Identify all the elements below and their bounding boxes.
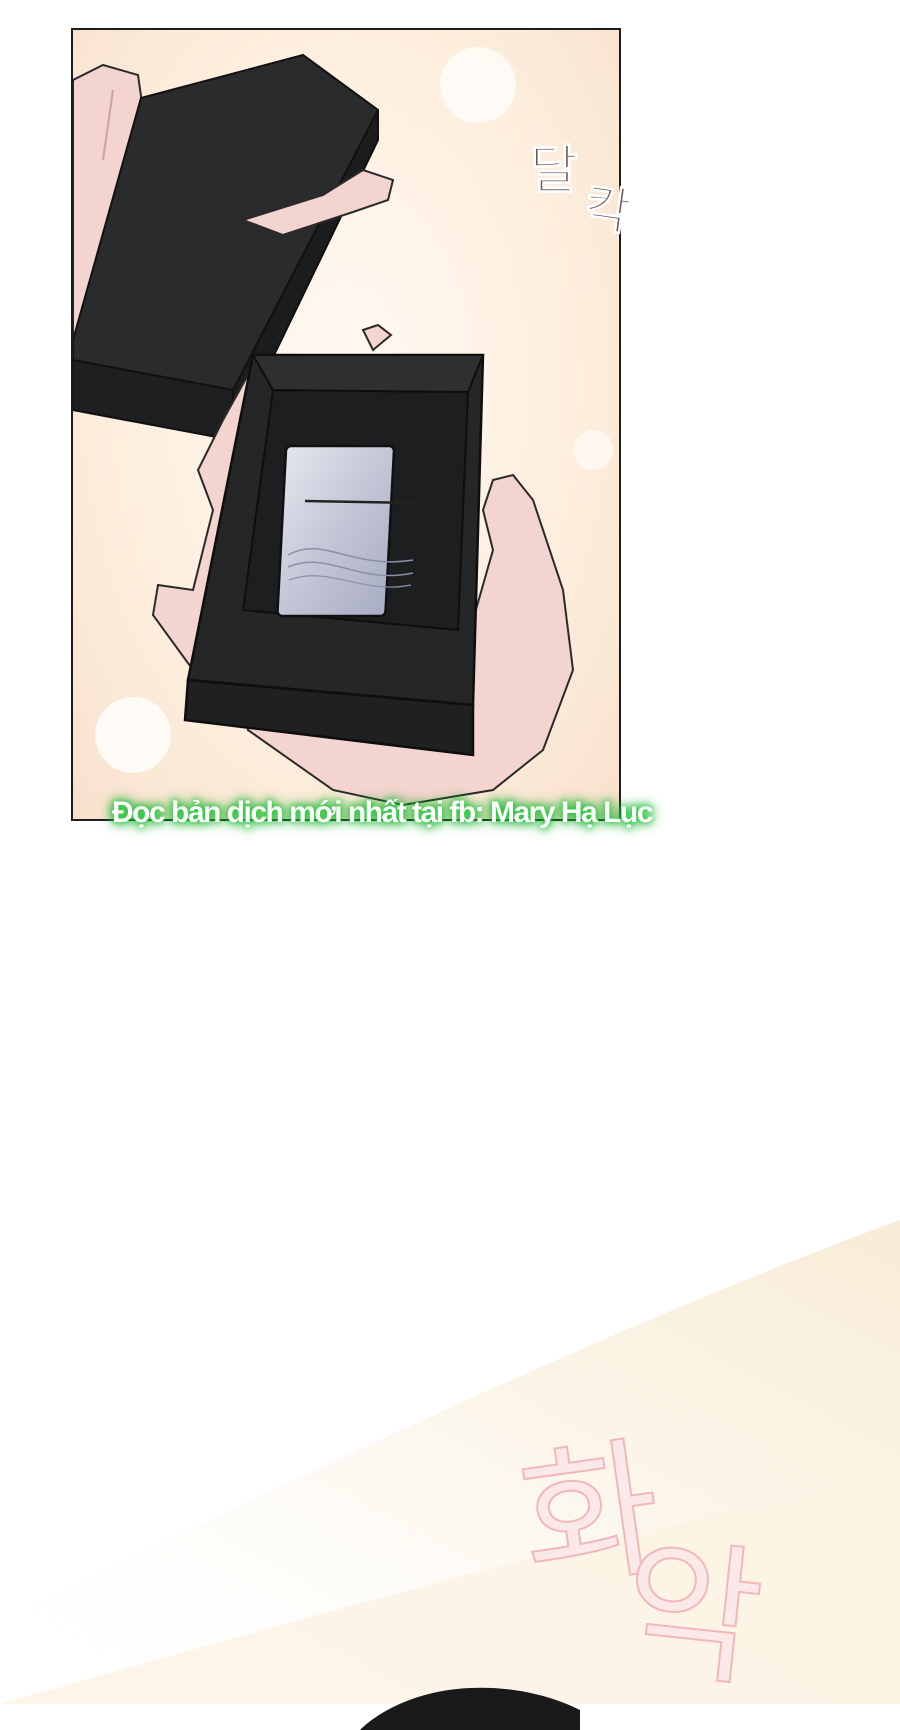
bokeh-light bbox=[573, 430, 613, 470]
watermark-caption: Đọc bản dịch mới nhất tại fb: Mary Hạ Lụ… bbox=[112, 796, 653, 829]
bokeh-light bbox=[95, 697, 171, 773]
sfx-glyph: 달 bbox=[530, 141, 579, 202]
bokeh-light bbox=[440, 47, 516, 123]
sfx-glyph: 악 bbox=[614, 1520, 771, 1709]
sound-effect-top: 달 칵 bbox=[530, 128, 670, 248]
hair-edge bbox=[360, 1687, 580, 1730]
sound-effect-bottom: 화 악 bbox=[509, 1395, 840, 1710]
sfx-glyph: 칵 bbox=[580, 178, 635, 243]
